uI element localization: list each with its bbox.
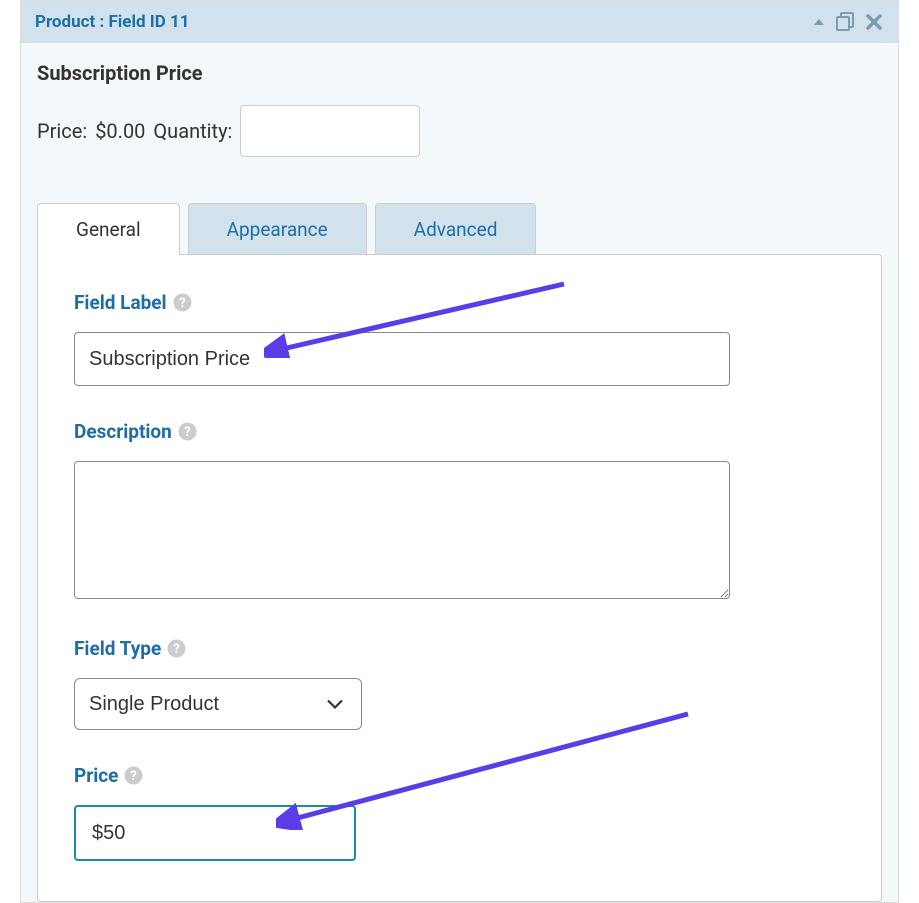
description-group: Description ?	[74, 420, 845, 603]
description-label: Description ?	[74, 420, 845, 443]
price-group: Price ?	[74, 764, 845, 861]
price-label: Price:	[37, 119, 87, 143]
tab-content-general: Field Label ? Description ?	[37, 254, 882, 902]
field-label-group: Field Label ?	[74, 291, 845, 386]
field-label-text: Field Label	[74, 291, 167, 314]
collapse-icon[interactable]	[812, 17, 826, 27]
field-type-group: Field Type ? Single Product	[74, 637, 845, 730]
field-editor-panel: Product : Field ID 11 Subscription Price	[20, 0, 899, 903]
panel-actions	[812, 11, 884, 33]
panel-body: Subscription Price Price: $0.00 Quantity…	[21, 43, 898, 203]
svg-text:?: ?	[184, 425, 190, 440]
help-icon[interactable]: ?	[173, 293, 192, 312]
tab-appearance[interactable]: Appearance	[188, 203, 367, 255]
svg-text:?: ?	[179, 296, 185, 311]
price-input[interactable]	[74, 805, 356, 861]
description-textarea[interactable]	[74, 461, 730, 599]
tabs-container: General Appearance Advanced Field Label …	[21, 203, 898, 902]
field-type-select[interactable]: Single Product	[74, 678, 362, 730]
price-quantity-row: Price: $0.00 Quantity:	[37, 105, 882, 157]
help-icon[interactable]: ?	[124, 766, 143, 785]
help-icon[interactable]: ?	[178, 422, 197, 441]
tab-general[interactable]: General	[37, 203, 180, 255]
tab-advanced[interactable]: Advanced	[375, 203, 537, 255]
field-type-select-wrapper: Single Product	[74, 678, 362, 730]
price-label-heading: Price ?	[74, 764, 845, 787]
svg-text:?: ?	[174, 642, 180, 657]
field-label-label: Field Label ?	[74, 291, 845, 314]
quantity-input[interactable]	[240, 105, 420, 157]
price-text: Price	[74, 764, 118, 787]
tabs: General Appearance Advanced	[37, 203, 882, 255]
duplicate-icon[interactable]	[834, 11, 856, 33]
help-icon[interactable]: ?	[167, 639, 186, 658]
panel-title: Product : Field ID 11	[35, 12, 190, 32]
description-text: Description	[74, 420, 172, 443]
close-icon[interactable]	[864, 12, 884, 32]
price-value: $0.00	[95, 119, 145, 143]
field-type-text: Field Type	[74, 637, 161, 660]
field-title: Subscription Price	[37, 61, 882, 85]
svg-text:?: ?	[131, 769, 137, 784]
panel-header: Product : Field ID 11	[21, 1, 898, 43]
field-type-label: Field Type ?	[74, 637, 845, 660]
quantity-label: Quantity:	[153, 119, 232, 143]
field-label-input[interactable]	[74, 332, 730, 386]
